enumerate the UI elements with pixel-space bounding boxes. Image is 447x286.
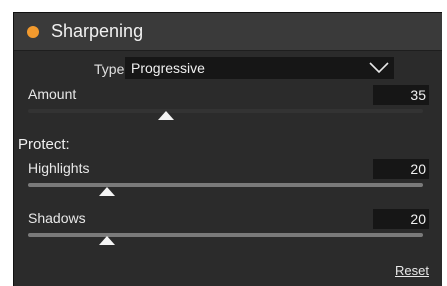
amount-label: Amount [28, 86, 77, 102]
reset-link[interactable]: Reset [395, 263, 429, 278]
type-label: Type [94, 61, 125, 77]
panel-title: Sharpening [51, 21, 144, 41]
highlights-value-field[interactable]: 20 [373, 159, 429, 179]
highlights-label: Highlights [28, 160, 90, 176]
type-dropdown[interactable]: Progressive [125, 57, 394, 79]
amount-slider-track[interactable] [28, 109, 423, 113]
shadows-value-field[interactable]: 20 [373, 209, 429, 229]
protect-heading: Protect: [18, 136, 70, 153]
highlights-slider-track[interactable] [28, 183, 423, 187]
panel-header[interactable]: Sharpening [14, 13, 442, 51]
sharpening-panel: Sharpening Type Progressive Amount 35 Pr… [13, 12, 442, 286]
highlights-slider-thumb[interactable] [99, 187, 115, 196]
shadows-slider-track[interactable] [28, 233, 423, 237]
enable-toggle-dot[interactable] [27, 26, 39, 38]
shadows-label: Shadows [28, 210, 86, 226]
chevron-down-icon [369, 62, 389, 74]
amount-value-field[interactable]: 35 [373, 85, 429, 105]
amount-slider-thumb[interactable] [158, 111, 175, 120]
type-selected-value: Progressive [131, 60, 205, 76]
shadows-slider-thumb[interactable] [99, 236, 115, 245]
